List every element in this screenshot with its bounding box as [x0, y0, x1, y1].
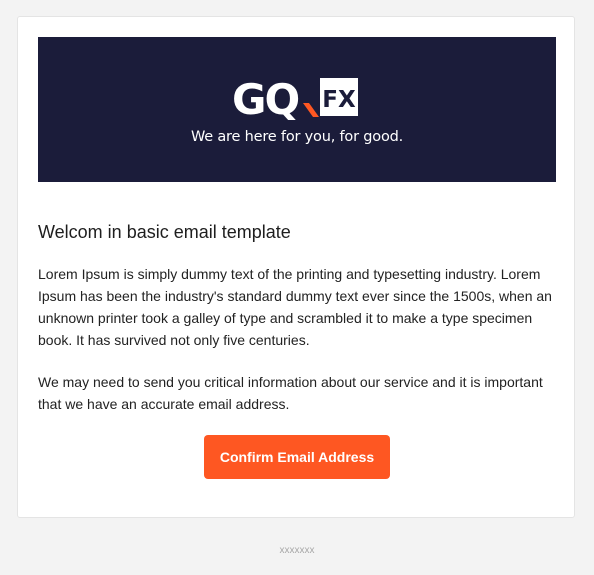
email-card: GQ FX We are here for you, for good. Wel… — [17, 16, 575, 518]
body-paragraph-1: Lorem Ipsum is simply dummy text of the … — [38, 266, 552, 348]
body-paragraph-2: We may need to send you critical informa… — [38, 374, 543, 412]
header-banner: GQ FX We are here for you, for good. — [38, 37, 556, 182]
brand-tagline: We are here for you, for good. — [190, 129, 404, 145]
logo-accent-mark — [303, 103, 319, 117]
confirm-email-button[interactable]: Confirm Email Address — [204, 435, 390, 479]
logo-text-gq: GQ — [232, 75, 298, 124]
logo-text-fx: FX — [322, 87, 356, 113]
gqfx-logo: GQ FX — [232, 75, 358, 124]
email-heading: Welcom in basic email template — [38, 222, 291, 242]
footer-text: xxxxxxx — [279, 545, 315, 556]
